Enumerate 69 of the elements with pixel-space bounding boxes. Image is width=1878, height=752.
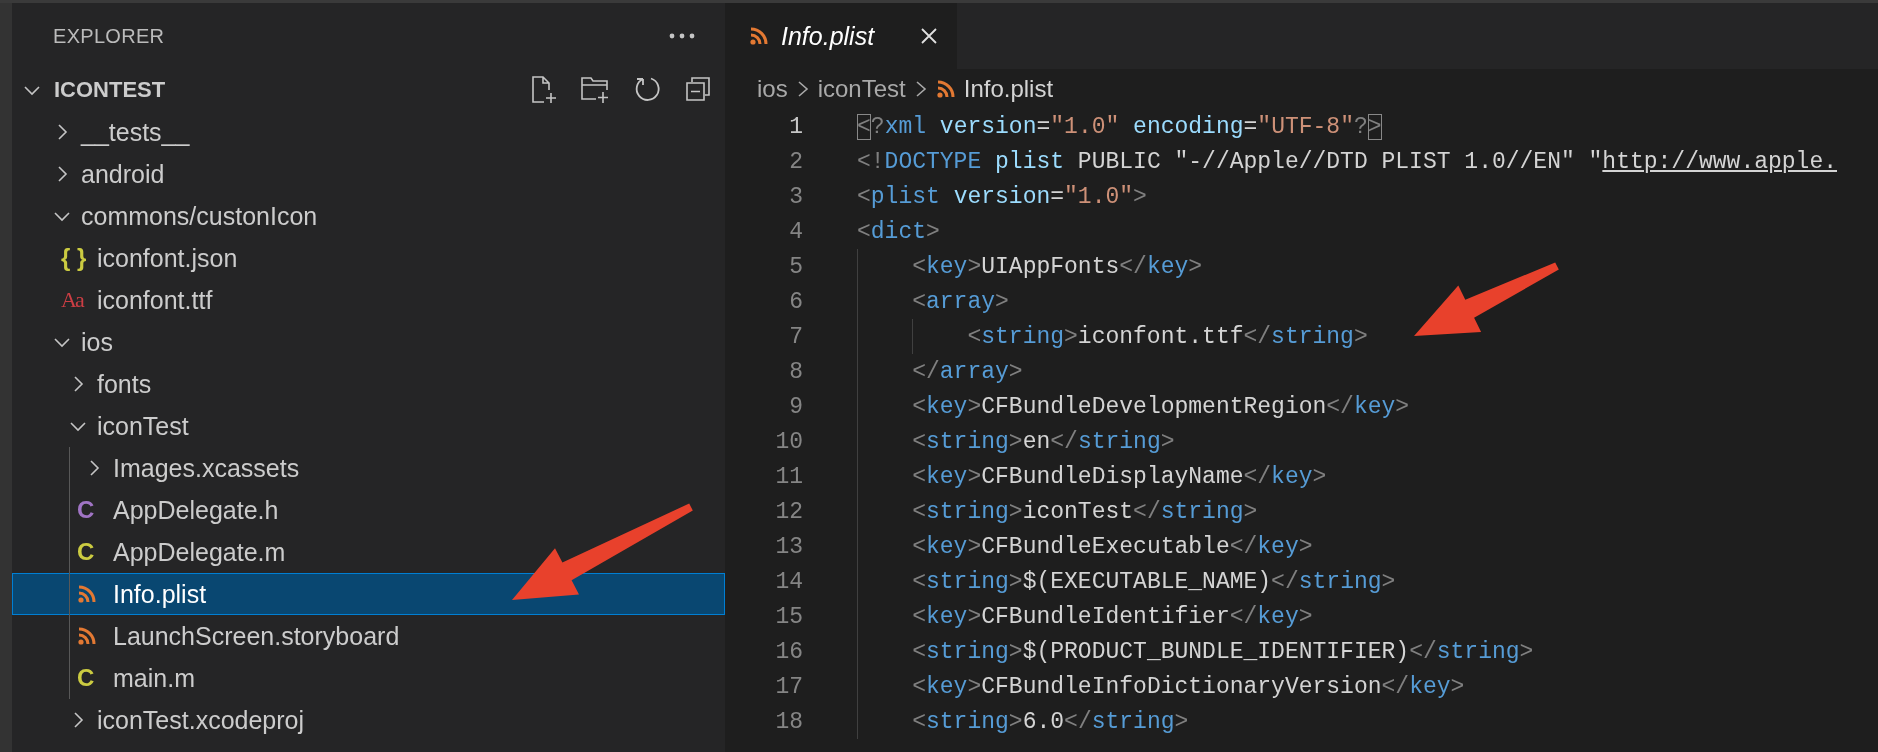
file-type-icon: C xyxy=(77,540,95,564)
more-icon[interactable] xyxy=(669,33,695,39)
line-number: 17 xyxy=(774,673,803,700)
line-number: 6 xyxy=(788,288,803,315)
code-line: </array> xyxy=(912,357,1023,387)
file-row[interactable]: C AppDelegate.h xyxy=(12,489,725,531)
file-row[interactable]: Aa iconfont.ttf xyxy=(12,279,725,321)
line-number: 10 xyxy=(774,428,803,455)
code-line: <?xml version="1.0" encoding="UTF-8"?> xyxy=(857,112,1382,142)
code-line: <key>UIAppFonts</key> xyxy=(912,252,1203,282)
line-number: 13 xyxy=(774,533,803,560)
code-line: <string>iconfont.ttf</string> xyxy=(967,322,1368,352)
code-line: <string>$(EXECUTABLE_NAME)</string> xyxy=(912,567,1396,597)
line-number: 7 xyxy=(788,323,803,350)
folder-row[interactable]: Images.xcassets xyxy=(12,447,725,489)
line-number: 2 xyxy=(788,148,803,175)
line-number: 14 xyxy=(774,568,803,595)
folder-row[interactable]: iconTest xyxy=(12,405,725,447)
code-line: <key>CFBundleIdentifier</key> xyxy=(912,602,1313,632)
line-number: 1 xyxy=(788,113,803,140)
breadcrumb-item[interactable]: iconTest xyxy=(817,75,906,103)
close-icon[interactable] xyxy=(919,26,939,46)
folder-row[interactable]: android xyxy=(12,153,725,195)
code-line: <key>CFBundleExecutable</key> xyxy=(912,532,1313,562)
file-type-icon: { } xyxy=(61,246,87,270)
line-number: 18 xyxy=(774,708,803,735)
font-file-icon: Aa xyxy=(61,289,83,311)
line-number: 8 xyxy=(788,358,803,385)
feed-icon xyxy=(935,79,956,99)
line-number: 9 xyxy=(788,393,803,420)
code-line: <string>6.0</string> xyxy=(912,707,1189,737)
folder-row[interactable]: __tests__ xyxy=(12,111,725,153)
line-number: 15 xyxy=(774,603,803,630)
folder-row[interactable]: ios xyxy=(12,321,725,363)
line-number: 16 xyxy=(774,638,803,665)
line-number: 12 xyxy=(774,498,803,525)
collapse-all-icon[interactable] xyxy=(684,75,712,103)
file-row[interactable]: C main.m xyxy=(12,657,725,699)
refresh-icon[interactable] xyxy=(634,75,662,103)
file-type-icon: C xyxy=(77,498,95,522)
code-line: <key>CFBundleInfoDictionaryVersion</key> xyxy=(912,672,1465,702)
folder-row[interactable]: commons/custonIcon xyxy=(12,195,725,237)
code-line: <string>en</string> xyxy=(912,427,1175,457)
editor-tab[interactable]: Info.plist xyxy=(725,3,957,69)
code-line: <string>iconTest</string> xyxy=(912,497,1258,527)
line-number: 5 xyxy=(788,253,803,280)
folder-row[interactable]: iconTest.xcodeproj xyxy=(12,699,725,741)
line-number: 4 xyxy=(788,218,803,245)
code-line: <key>CFBundleDisplayName</key> xyxy=(912,462,1327,492)
panel-title: EXPLORER xyxy=(53,24,165,48)
file-row[interactable]: { } iconfont.json xyxy=(12,237,725,279)
breadcrumb-item[interactable]: ios xyxy=(757,75,788,103)
tab-label: Info.plist xyxy=(781,21,875,51)
file-type-icon: C xyxy=(77,666,95,690)
code-line: <dict> xyxy=(857,217,940,247)
code-line: <key>CFBundleDevelopmentRegion</key> xyxy=(912,392,1410,422)
file-row[interactable]: LaunchScreen.storyboard xyxy=(12,615,725,657)
workspace-row[interactable]: ICONTEST xyxy=(12,69,725,111)
code-line: <array> xyxy=(912,287,1009,317)
code-line: <string>$(PRODUCT_BUNDLE_IDENTIFIER)</string> xyxy=(912,637,1534,667)
new-file-icon[interactable] xyxy=(530,75,558,105)
breadcrumb-item[interactable]: Info.plist xyxy=(963,75,1054,103)
folder-row[interactable]: fonts xyxy=(12,363,725,405)
code-line: <!DOCTYPE plist PUBLIC "-//Apple//DTD PLIST 1.0//EN" "http://www.apple. xyxy=(857,147,1837,177)
file-row[interactable]: C AppDelegate.m xyxy=(12,531,725,573)
line-number: 3 xyxy=(788,183,803,210)
line-number: 11 xyxy=(774,463,803,490)
code-line: <plist version="1.0"> xyxy=(857,182,1147,212)
file-row[interactable]: Info.plist xyxy=(12,573,725,615)
